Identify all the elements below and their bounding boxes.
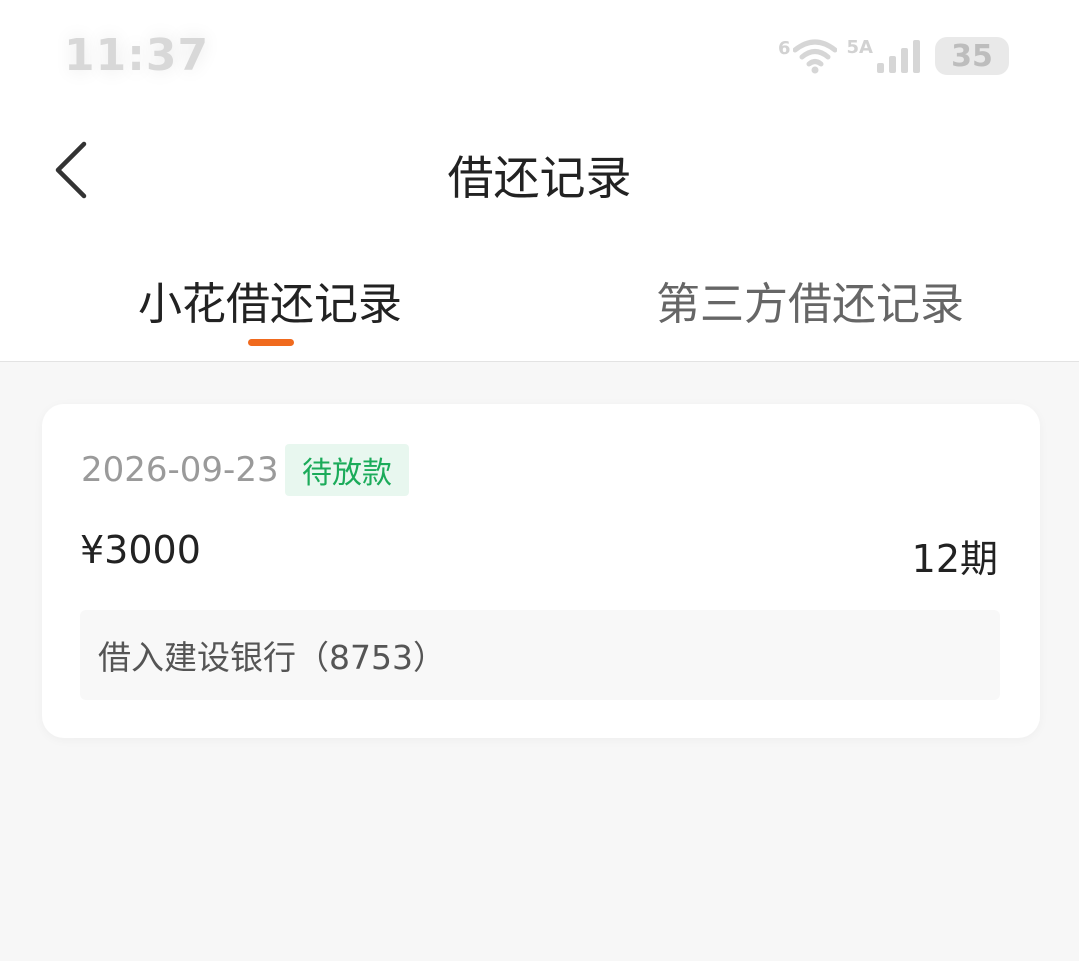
status-bar: 11:37 6 5A 35	[0, 0, 1079, 110]
tab-divider	[0, 361, 1079, 362]
wifi-label: 6	[778, 38, 791, 59]
status-badge: 待放款	[285, 444, 409, 496]
active-tab-indicator	[248, 339, 294, 346]
loan-record-card[interactable]: 2026-09-23 待放款 ¥3000 12期 借入建设银行（8753）	[42, 404, 1040, 738]
bank-label: 借入建设银行（8753）	[98, 638, 446, 677]
status-icons: 6 5A 35	[778, 34, 1009, 78]
page-title: 借还记录	[447, 151, 632, 205]
tab-xiaohua-records[interactable]: 小花借还记录	[80, 270, 460, 330]
battery-icon: 35	[935, 37, 1009, 75]
status-time: 11:37	[64, 30, 210, 81]
record-amount: ¥3000	[80, 528, 201, 572]
nav-bar: 借还记录	[0, 120, 1079, 220]
record-date: 2026-09-23	[81, 450, 279, 490]
cellular-signal-icon: 5A	[847, 37, 925, 75]
screen: 11:37 6 5A 35 借还记录 小花借还记录 第三方借还记录 2026-0…	[0, 0, 1079, 961]
tab-bar: 小花借还记录 第三方借还记录	[0, 240, 1079, 362]
wifi-icon: 6	[778, 38, 837, 74]
record-periods: 12期	[911, 537, 998, 581]
battery-level: 35	[951, 38, 993, 74]
tab-third-party-records[interactable]: 第三方借还记录	[620, 270, 1000, 330]
bank-info: 借入建设银行（8753）	[80, 610, 1000, 700]
network-label: 5A	[846, 37, 873, 58]
